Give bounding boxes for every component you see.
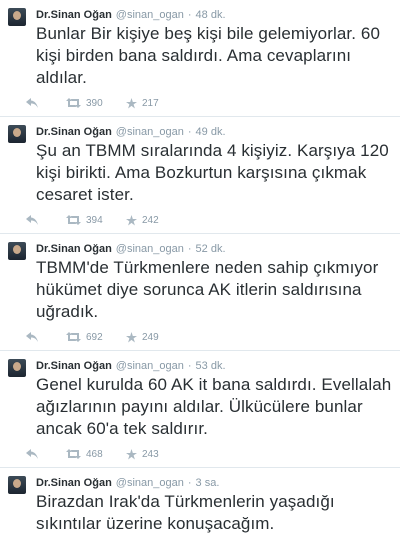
author-name[interactable]: Dr.Sinan Oğan bbox=[36, 8, 112, 22]
author-name[interactable]: Dr.Sinan Oğan bbox=[36, 242, 112, 256]
retweet-button[interactable]: 390 bbox=[66, 98, 126, 109]
favorite-button[interactable]: 217 bbox=[126, 97, 186, 109]
separator-dot: · bbox=[187, 9, 192, 21]
retweet-icon bbox=[66, 215, 81, 225]
star-icon bbox=[126, 331, 137, 342]
author-name[interactable]: Dr.Sinan Oğan bbox=[36, 476, 112, 490]
tweet-header: Dr.Sinan Oğan @sinan_ogan · 48 dk. bbox=[36, 8, 392, 22]
reply-icon bbox=[26, 215, 38, 225]
reply-button[interactable] bbox=[26, 98, 66, 108]
tweet-text: Şu an TBMM sıralarında 4 kişiyiz. Karşıy… bbox=[36, 141, 389, 204]
author-handle[interactable]: @sinan_ogan bbox=[116, 476, 184, 490]
retweet-count: 394 bbox=[86, 214, 103, 226]
tweet[interactable]: Dr.Sinan Oğan @sinan_ogan · 49 dk. Şu an… bbox=[0, 117, 400, 234]
avatar[interactable] bbox=[8, 359, 26, 377]
timestamp[interactable]: 53 dk. bbox=[196, 359, 226, 373]
tweet-actions: 390 217 bbox=[26, 89, 392, 117]
author-name[interactable]: Dr.Sinan Oğan bbox=[36, 359, 112, 373]
tweet-text: Birazdan Irak'da Türkmenlerin yaşadığı s… bbox=[36, 492, 335, 533]
timestamp[interactable]: 49 dk. bbox=[196, 125, 226, 139]
tweet[interactable]: Dr.Sinan Oğan @sinan_ogan · 53 dk. Genel… bbox=[0, 351, 400, 468]
separator-dot: · bbox=[187, 126, 192, 138]
author-handle[interactable]: @sinan_ogan bbox=[116, 8, 184, 22]
star-icon bbox=[126, 448, 137, 459]
tweet-actions: 394 242 bbox=[26, 206, 392, 234]
favorite-count: 243 bbox=[142, 448, 159, 460]
reply-button[interactable] bbox=[26, 449, 66, 459]
reply-icon bbox=[26, 332, 38, 342]
reply-button[interactable] bbox=[26, 215, 66, 225]
tweet[interactable]: Dr.Sinan Oğan @sinan_ogan · 48 dk. Bunla… bbox=[0, 0, 400, 117]
favorite-button[interactable]: 249 bbox=[126, 331, 186, 343]
avatar[interactable] bbox=[8, 242, 26, 260]
separator-dot: · bbox=[187, 243, 192, 255]
separator-dot: · bbox=[187, 360, 192, 372]
tweet[interactable]: Dr.Sinan Oğan @sinan_ogan · 3 sa. Birazd… bbox=[0, 468, 400, 533]
retweet-icon bbox=[66, 98, 81, 108]
tweet-actions: 468 243 bbox=[26, 440, 392, 468]
reply-button[interactable] bbox=[26, 332, 66, 342]
separator-dot: · bbox=[187, 477, 192, 489]
tweet-text: Bunlar Bir kişiye beş kişi bile gelemiyo… bbox=[36, 24, 380, 87]
retweet-icon bbox=[66, 449, 81, 459]
tweet-header: Dr.Sinan Oğan @sinan_ogan · 3 sa. bbox=[36, 476, 392, 490]
retweet-button[interactable]: 468 bbox=[66, 449, 126, 460]
tweet-header: Dr.Sinan Oğan @sinan_ogan · 49 dk. bbox=[36, 125, 392, 139]
reply-icon bbox=[26, 98, 38, 108]
retweet-button[interactable]: 394 bbox=[66, 215, 126, 226]
retweet-count: 468 bbox=[86, 448, 103, 460]
timestamp[interactable]: 48 dk. bbox=[196, 8, 226, 22]
favorite-count: 242 bbox=[142, 214, 159, 226]
author-handle[interactable]: @sinan_ogan bbox=[116, 242, 184, 256]
favorite-count: 249 bbox=[142, 331, 159, 343]
favorite-count: 217 bbox=[142, 97, 159, 109]
favorite-button[interactable]: 242 bbox=[126, 214, 186, 226]
avatar[interactable] bbox=[8, 125, 26, 143]
author-handle[interactable]: @sinan_ogan bbox=[116, 125, 184, 139]
star-icon bbox=[126, 97, 137, 108]
tweet-text: Genel kurulda 60 AK it bana saldırdı. Ev… bbox=[36, 375, 392, 438]
tweet-text: TBMM'de Türkmenlere neden sahip çıkmıyor… bbox=[36, 258, 379, 321]
author-name[interactable]: Dr.Sinan Oğan bbox=[36, 125, 112, 139]
retweet-count: 692 bbox=[86, 331, 103, 343]
tweet[interactable]: Dr.Sinan Oğan @sinan_ogan · 52 dk. TBMM'… bbox=[0, 234, 400, 351]
timestamp[interactable]: 3 sa. bbox=[196, 476, 220, 490]
retweet-button[interactable]: 692 bbox=[66, 332, 126, 343]
retweet-icon bbox=[66, 332, 81, 342]
tweet-feed: Dr.Sinan Oğan @sinan_ogan · 48 dk. Bunla… bbox=[0, 0, 400, 533]
tweet-actions: 692 249 bbox=[26, 323, 392, 351]
avatar[interactable] bbox=[8, 476, 26, 494]
star-icon bbox=[126, 214, 137, 225]
tweet-header: Dr.Sinan Oğan @sinan_ogan · 53 dk. bbox=[36, 359, 392, 373]
favorite-button[interactable]: 243 bbox=[126, 448, 186, 460]
tweet-header: Dr.Sinan Oğan @sinan_ogan · 52 dk. bbox=[36, 242, 392, 256]
author-handle[interactable]: @sinan_ogan bbox=[116, 359, 184, 373]
avatar[interactable] bbox=[8, 8, 26, 26]
retweet-count: 390 bbox=[86, 97, 103, 109]
reply-icon bbox=[26, 449, 38, 459]
timestamp[interactable]: 52 dk. bbox=[196, 242, 226, 256]
